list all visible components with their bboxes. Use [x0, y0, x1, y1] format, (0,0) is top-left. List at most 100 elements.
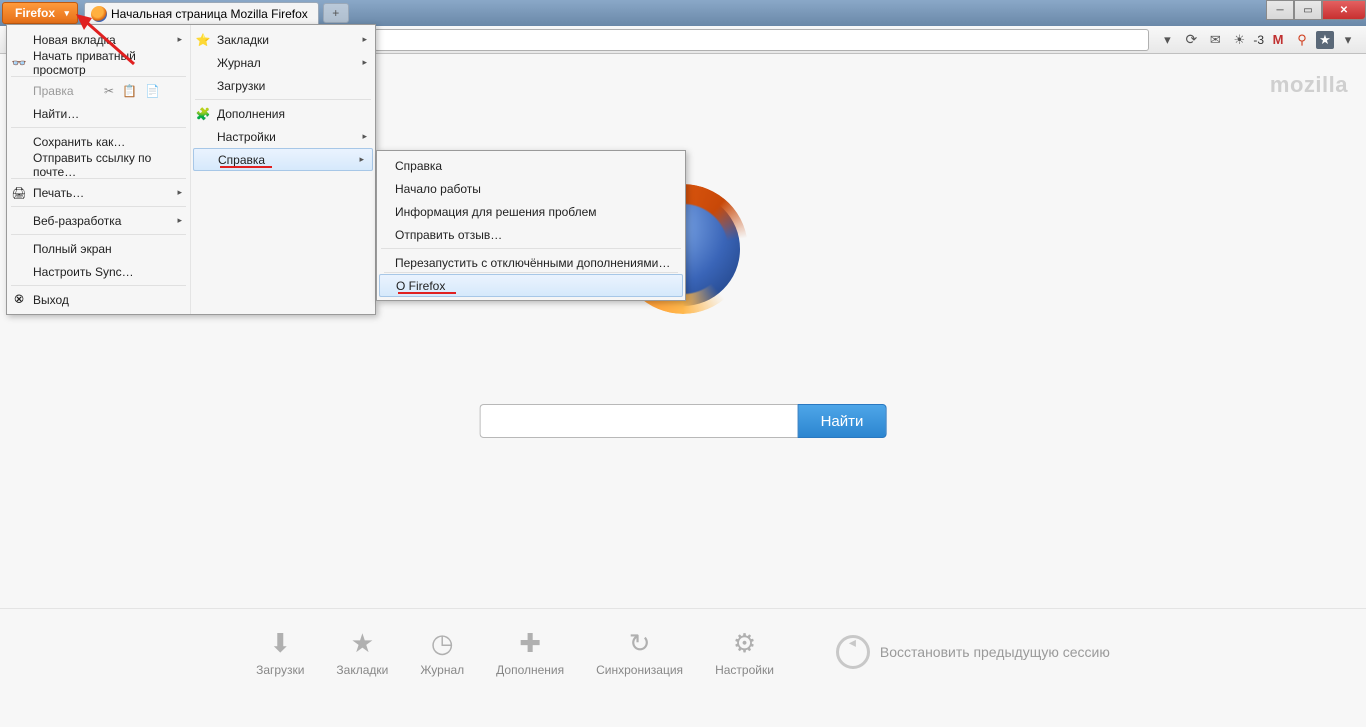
annotation-underline	[398, 292, 456, 294]
search-row: Найти	[480, 404, 887, 438]
submenu-arrow-icon: ▸	[362, 34, 367, 45]
menu-dropdown-icon[interactable]: ▾	[1338, 30, 1358, 50]
menu-column-left: Новая вкладка ▸ 👓Начать приватный просмотр…	[7, 25, 191, 314]
puzzle-icon: 🧩	[195, 106, 211, 122]
menu-item[interactable]: Информация для решения проблем	[377, 200, 685, 223]
menu-item[interactable]: Справка▸	[193, 148, 373, 171]
star-icon: ⭐	[195, 32, 211, 48]
menu-item-label: Отправить отзыв…	[395, 228, 502, 242]
launcher-item[interactable]: ◷ Журнал	[420, 627, 464, 677]
submenu-arrow-icon: ▸	[362, 131, 367, 142]
menu-item[interactable]: Справка	[377, 154, 685, 177]
search-input[interactable]	[480, 404, 798, 438]
menu-item[interactable]: 🖨 Печать… ▸	[7, 181, 190, 204]
maximize-button[interactable]: ▭	[1294, 0, 1322, 20]
menu-item[interactable]: 🧩 Дополнения	[191, 102, 375, 125]
menu-item-label: Перезапустить с отключёнными дополнениям…	[395, 256, 670, 270]
launcher-label: Дополнения	[496, 663, 564, 677]
launcher-icon: ⚙	[728, 627, 760, 659]
print-icon: 🖨	[11, 185, 27, 201]
menu-item-label: Новая вкладка	[33, 33, 116, 47]
menu-item-label: Начало работы	[395, 182, 481, 196]
menu-item[interactable]: Найти…	[7, 102, 190, 125]
close-icon: ✕	[1340, 5, 1348, 16]
menu-item-label: Сохранить как…	[33, 135, 125, 149]
restore-session[interactable]: Восстановить предыдущую сессию	[836, 635, 1110, 669]
launcher-item[interactable]: ★Закладки	[336, 627, 388, 677]
minimize-button[interactable]: ─	[1266, 0, 1294, 20]
firefox-main-menu: Новая вкладка ▸ 👓Начать приватный просмотр…	[6, 24, 376, 315]
gmail-icon[interactable]: M	[1268, 30, 1288, 50]
menu-item-label: Отправить ссылку по почте…	[33, 151, 180, 179]
firefox-menu-button[interactable]: Firefox	[2, 2, 78, 24]
menu-item[interactable]: 👓Начать приватный просмотр	[7, 51, 190, 74]
menu-item[interactable]: О Firefox	[379, 274, 683, 297]
menu-item-label: Найти…	[33, 107, 79, 121]
submenu-arrow-icon: ▸	[177, 215, 182, 226]
plus-icon: +	[332, 6, 339, 20]
menu-item: Правка ✂ 📋 📄	[7, 79, 190, 102]
window-controls: ─ ▭ ✕	[1266, 0, 1366, 20]
submenu-arrow-icon: ▸	[362, 57, 367, 68]
launcher-item[interactable]: ✚ Дополнения	[496, 627, 564, 677]
menu-item[interactable]: Отправить отзыв…	[377, 223, 685, 246]
menu-item[interactable]: Настройки ▸	[191, 125, 375, 148]
exit-icon: ⮿	[11, 292, 27, 308]
menu-item[interactable]: Журнал ▸	[191, 51, 375, 74]
menu-item[interactable]: ⭐Закладки▸	[191, 28, 375, 51]
cut-icon[interactable]: ✂	[104, 84, 114, 98]
launcher-row: ⬇Загрузки ★Закладки ◷ Журнал ✚ Дополнения ↻Син…	[0, 608, 1366, 677]
launcher-item[interactable]: ⚙Настройки	[715, 627, 774, 677]
weather-icon[interactable]: ☀	[1229, 30, 1249, 50]
bookmark-star-icon[interactable]: ★	[1316, 31, 1334, 49]
menu-item[interactable]: Начало работы	[377, 177, 685, 200]
launcher-item[interactable]: ↻Синхронизация	[596, 627, 683, 677]
menu-item-label: Журнал	[217, 56, 261, 70]
restore-session-label: Восстановить предыдущую сессию	[880, 644, 1110, 660]
launcher-icon: ✚	[514, 627, 546, 659]
minimize-icon: ─	[1276, 5, 1283, 16]
menu-item-label: Печать…	[33, 186, 84, 200]
annotation-underline	[220, 166, 272, 168]
url-input[interactable]	[374, 29, 1149, 51]
tab-title: Начальная страница Mozilla Firefox	[111, 7, 308, 21]
temperature-text: -3	[1253, 33, 1264, 47]
new-tab-button[interactable]: +	[323, 3, 349, 23]
firefox-menu-label: Firefox	[15, 6, 55, 20]
menu-item[interactable]: Отправить ссылку по почте…	[7, 153, 190, 176]
menu-item-label: Веб-разработка	[33, 214, 121, 228]
menu-item[interactable]: Веб-разработка ▸	[7, 209, 190, 232]
menu-item[interactable]: Перезапустить с отключёнными дополнениям…	[377, 251, 685, 274]
paste-icon[interactable]: 📄	[145, 84, 160, 98]
menu-item-label: Справка	[395, 159, 442, 173]
titlebar: Firefox Начальная страница Mozilla Firef…	[0, 0, 1366, 26]
maximize-icon: ▭	[1303, 5, 1312, 16]
submenu-arrow-icon: ▸	[177, 34, 182, 45]
menu-item-label: Правка	[33, 84, 74, 98]
person-icon[interactable]: ⚲	[1292, 30, 1312, 50]
launcher-icon: ◷	[426, 627, 458, 659]
menu-item[interactable]: ⮿ Выход	[7, 288, 190, 311]
mask-icon: 👓	[11, 55, 27, 71]
launcher-label: Журнал	[420, 663, 464, 677]
submenu-arrow-icon: ▸	[177, 187, 182, 198]
menu-column-right: ⭐Закладки▸ Журнал ▸ Загрузки 🧩 Дополнения Наст…	[191, 25, 375, 314]
menu-item[interactable]: Загрузки	[191, 74, 375, 97]
reload-icon[interactable]: ⟳	[1181, 30, 1201, 50]
help-submenu: Справка Начало работы Информация для решен…	[376, 150, 686, 301]
launcher-label: Загрузки	[256, 663, 304, 677]
menu-item-label: Выход	[33, 293, 69, 307]
copy-icon[interactable]: 📋	[122, 84, 137, 98]
dropdown-icon[interactable]: ▾	[1157, 30, 1177, 50]
browser-tab[interactable]: Начальная страница Mozilla Firefox	[84, 2, 319, 24]
search-button-label: Найти	[821, 413, 864, 430]
search-button[interactable]: Найти	[798, 404, 887, 438]
close-button[interactable]: ✕	[1322, 0, 1366, 20]
menu-item[interactable]: Полный экран	[7, 237, 190, 260]
launcher-item[interactable]: ⬇Загрузки	[256, 627, 304, 677]
menu-item-label: О Firefox	[396, 279, 445, 293]
menu-item-label: Дополнения	[217, 107, 285, 121]
menu-item[interactable]: Настроить Sync…	[7, 260, 190, 283]
menu-item-label: Настройки	[217, 130, 276, 144]
mail-icon[interactable]: ✉	[1205, 30, 1225, 50]
